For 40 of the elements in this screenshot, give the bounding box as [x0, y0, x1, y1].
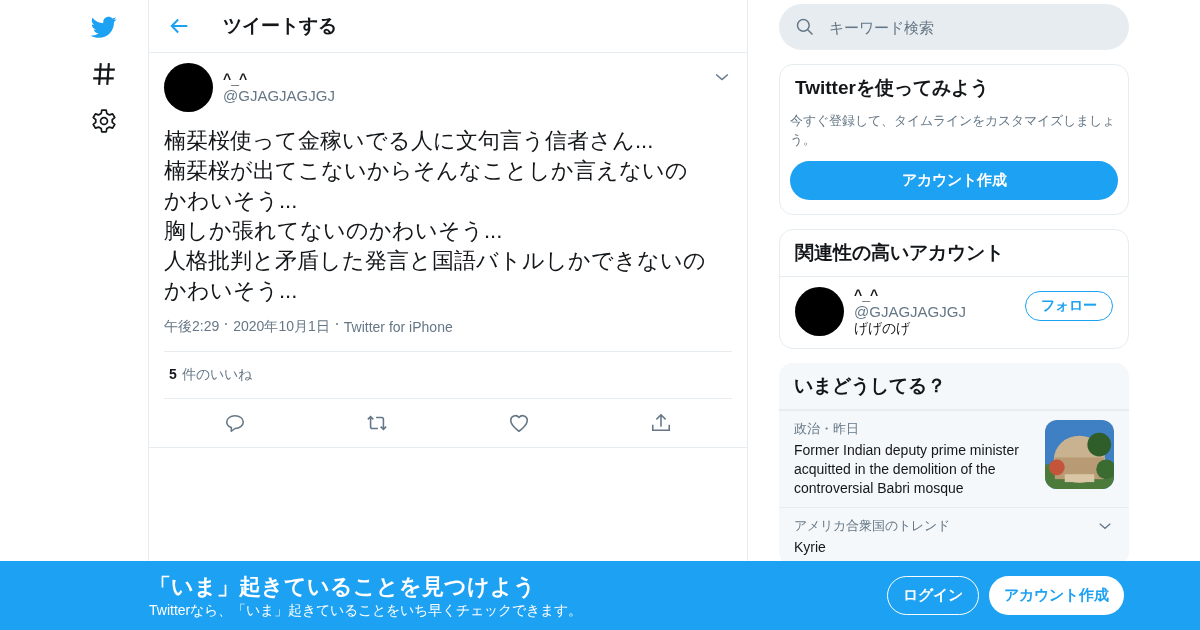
user-handle[interactable]: @GJAGJAGJGJ — [854, 303, 1015, 320]
reply-icon[interactable] — [224, 412, 246, 434]
like-count[interactable]: 5 — [169, 366, 177, 384]
share-icon[interactable] — [650, 412, 672, 434]
tweet-text-line: かわいそう... — [164, 187, 299, 215]
tweet-date[interactable]: 2020年10月1日 — [233, 318, 330, 336]
tweet-text-line: 人格批判と矛盾した発言と国語バトルしかできないの — [164, 247, 707, 275]
tweet-text-line: 楠栞桜が出てこないからそんなことしか言えないの — [164, 157, 689, 185]
create-account-button[interactable]: アカウント作成 — [790, 161, 1118, 200]
tweet-text-line: 胸しか張れてないのかわいそう... — [164, 217, 504, 245]
tweet-text-line: 楠栞桜使って金稼いでる人に文句言う信者さん... — [164, 127, 655, 155]
banner-title: 「いま」起きていることを見つけよう — [149, 572, 537, 601]
card-title: Twitterを使ってみよう — [794, 76, 990, 100]
banner-subtitle: Twitterなら、「いま」起きていることをいち早くチェックできます。 — [149, 601, 584, 620]
tweet-source[interactable]: Twitter for iPhone — [343, 319, 453, 335]
tweet-text-line: かわいそう... — [164, 277, 299, 305]
trend-headline[interactable]: Former Indian deputy prime minister acquitted in the demolition of the controversial Babri mosque — [794, 441, 1035, 498]
card-title: いまどうしてる？ — [779, 363, 1129, 410]
trend-headline[interactable]: Kyrie — [794, 538, 1086, 557]
settings-icon[interactable] — [90, 108, 117, 134]
hashtag-icon[interactable] — [90, 61, 117, 87]
card-text: 今すぐ登録して、タイムラインをカスタマイズしましょう。 — [790, 112, 1116, 149]
follow-button[interactable]: フォロー — [1025, 291, 1113, 321]
heart-icon[interactable] — [508, 412, 530, 434]
trend-meta: 政治・昨日 — [794, 420, 860, 438]
avatar[interactable] — [164, 63, 213, 112]
trend-meta: アメリカ合衆国のトレンド — [794, 517, 951, 535]
search-icon — [795, 17, 815, 37]
card-title: 関連性の高いアカウント — [780, 230, 1128, 277]
search-field[interactable]: キーワード検索 — [779, 4, 1129, 50]
user-bio: げげのげ — [854, 320, 911, 338]
page-title: ツイートする — [223, 14, 337, 38]
bird-logo-icon[interactable] — [90, 14, 117, 40]
user-name[interactable]: ^_^ — [223, 71, 702, 87]
user-handle[interactable]: @GJAGJAGJGJ — [223, 87, 702, 104]
like-label[interactable]: 件のいいね — [181, 366, 252, 384]
signup-button[interactable]: アカウント作成 — [989, 576, 1124, 615]
user-name[interactable]: ^_^ — [854, 287, 1015, 303]
tweet-time[interactable]: 午後2:29 — [164, 318, 220, 336]
avatar[interactable] — [795, 287, 844, 336]
